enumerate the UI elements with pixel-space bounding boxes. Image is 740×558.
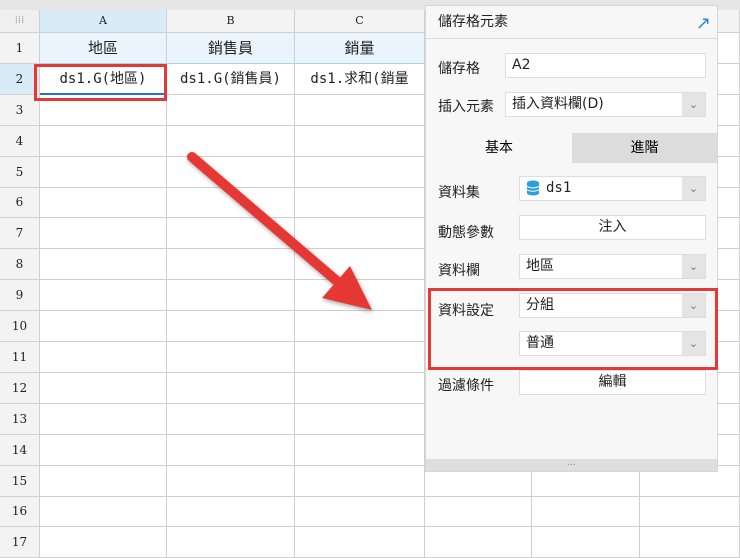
dataset-label: 資料集 — [438, 185, 480, 201]
chevron-down-icon[interactable]: ⌄ — [682, 93, 705, 116]
chevron-down-icon[interactable]: ⌄ — [682, 177, 705, 200]
inject-button[interactable]: 注入 — [519, 215, 706, 240]
tab-basic[interactable]: 基本 — [426, 133, 572, 163]
cell-element-panel: 儲存格元素 ↗ 儲存格 A2 插入元素 插入資料欄(D) ⌄ 基本 進階 資料集… — [425, 5, 718, 472]
panel-title-bar: 儲存格元素 ↗ — [426, 6, 717, 39]
panel-title: 儲存格元素 — [438, 14, 508, 30]
param-label: 動態參數 — [438, 225, 494, 241]
column-label: 資料欄 — [438, 263, 480, 279]
insert-label: 插入元素 — [438, 99, 494, 115]
insert-element-select[interactable]: 插入資料欄(D) ⌄ — [505, 92, 706, 117]
dataset-value: ds1 — [546, 180, 572, 196]
highlight-box-settings — [428, 288, 718, 370]
panel-tabs: 基本 進階 — [426, 133, 717, 163]
edit-filter-button[interactable]: 編輯 — [519, 370, 706, 395]
panel-resize-handle[interactable]: ... — [426, 459, 717, 471]
column-select[interactable]: 地區 ⌄ — [519, 254, 706, 279]
dataset-select[interactable]: ds1 ⌄ — [519, 176, 706, 201]
tab-advanced[interactable]: 進階 — [572, 133, 717, 163]
cell-input[interactable]: A2 — [505, 53, 706, 78]
filter-label: 過濾條件 — [438, 378, 494, 394]
database-icon — [526, 180, 540, 196]
expand-icon[interactable]: ↗ — [696, 8, 711, 40]
chevron-down-icon[interactable]: ⌄ — [682, 255, 705, 278]
column-value: 地區 — [526, 258, 554, 274]
cell-label: 儲存格 — [438, 61, 480, 77]
insert-element-value: 插入資料欄(D) — [512, 96, 604, 112]
